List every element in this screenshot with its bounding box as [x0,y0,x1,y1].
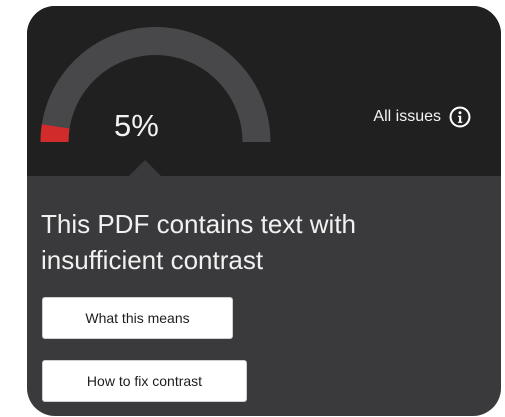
what-this-means-button[interactable]: What this means [42,297,233,339]
panel-pointer [128,160,162,177]
all-issues-label[interactable]: All issues [373,108,441,126]
contrast-gauge [40,27,271,143]
contrast-issue-card: 5% All issues This PDF contains text wit… [27,6,501,416]
all-issues-link[interactable]: All issues [373,106,471,128]
info-icon[interactable] [449,106,471,128]
gauge-percent-label: 5% [114,108,159,143]
gauge-fill [40,124,70,143]
how-to-fix-contrast-button[interactable]: How to fix contrast [42,360,247,402]
issue-title: This PDF contains text with insufficient… [41,209,356,275]
score-header: 5% All issues [27,6,501,176]
